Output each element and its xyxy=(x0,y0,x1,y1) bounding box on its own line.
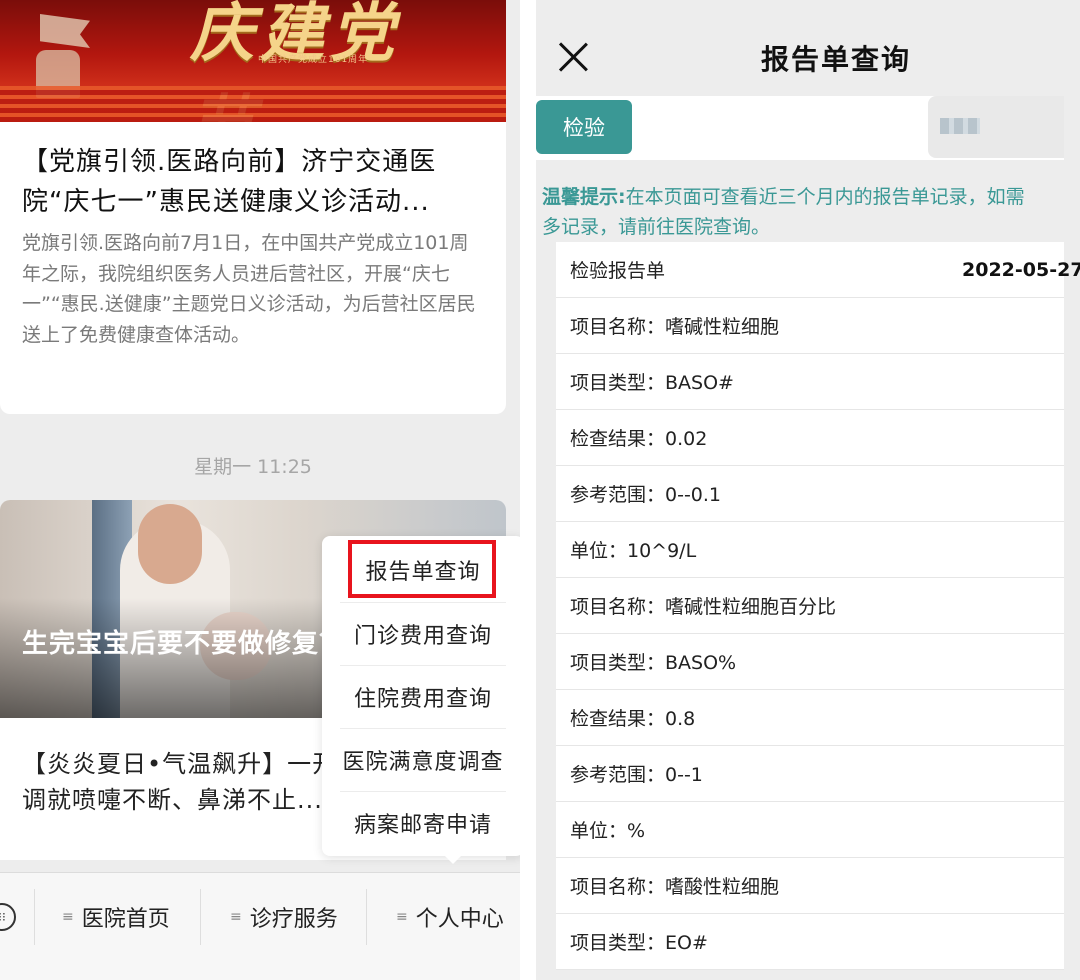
report-item-row: 参考范围：0--1 xyxy=(556,746,1064,802)
personal-center-submenu: 报告单查询 门诊费用查询 住院费用查询 医院满意度调查 病案邮寄申请 xyxy=(322,536,520,864)
report-item-row: 检查结果：0.02 xyxy=(556,410,1064,466)
tip-notice: 温馨提示:在本页面可查看近三个月内的报告单记录，如需 多记录，请前往医院查询。 xyxy=(542,182,1064,242)
nav-divider xyxy=(34,889,35,945)
close-icon[interactable] xyxy=(556,40,590,74)
submenu-label: 医院满意度调查 xyxy=(342,749,504,775)
wechat-article-feed: 庆建党节 中国共产党成立101周年 【党旗引领.医路向前】济宁交通医院“庆七一”… xyxy=(0,0,520,980)
report-item-row: 项目类型：BASO% xyxy=(556,634,1064,690)
article-title[interactable]: 【党旗引领.医路向前】济宁交通医院“庆七一”惠民送健康义诊活动... xyxy=(22,142,484,222)
menu-label: 医院首页 xyxy=(81,907,170,932)
report-item-row: 项目名称：嗜酸性粒细胞 xyxy=(556,858,1064,914)
report-type-label: 检验报告单 xyxy=(570,260,666,282)
report-item-row: 项目类型：EO# xyxy=(556,914,1064,970)
submenu-label: 病案邮寄申请 xyxy=(353,812,492,838)
submenu-record-mailing[interactable]: 病案邮寄申请 xyxy=(330,791,516,854)
submenu-inpatient-fee[interactable]: 住院费用查询 xyxy=(330,665,516,728)
report-detail-list: 检验报告单 2022-05-27 项目名称：嗜碱性粒细胞 项目类型：BASO# … xyxy=(556,242,1080,970)
photo-head xyxy=(138,504,202,584)
submenu-label: 住院费用查询 xyxy=(353,686,492,712)
report-item-row: 项目类型：BASO# xyxy=(556,354,1064,410)
tip-label: 温馨提示: xyxy=(542,186,626,208)
report-item-row: 参考范围：0--0.1 xyxy=(556,466,1064,522)
official-account-menu-bar: ⁝⁝ ≡ 医院首页 ≡ 诊疗服务 ≡ 个人中心 xyxy=(0,872,520,980)
report-date: 2022-05-27 xyxy=(962,258,1080,281)
pixelated-text xyxy=(940,118,980,134)
menu-label: 个人中心 xyxy=(415,907,504,932)
submenu-satisfaction-survey[interactable]: 医院满意度调查 xyxy=(330,728,516,791)
tab-lab-test[interactable]: 检验 xyxy=(536,100,632,154)
nav-divider xyxy=(200,889,201,945)
menu-personal-center[interactable]: ≡ 个人中心 xyxy=(396,901,504,933)
page-title: 报告单查询 xyxy=(760,43,911,76)
article-description: 党旗引领.医路向前7月1日，在中国共产党成立101周年之际，我院组织医务人员进后… xyxy=(22,232,476,346)
report-query-page: 报告单查询 检验 温馨提示:在本页面可查看近三个月内的报告单记录，如需 多记录，… xyxy=(536,0,1080,980)
menu-label: 诊疗服务 xyxy=(249,907,338,932)
submenu-label: 门诊费用查询 xyxy=(353,623,492,649)
report-type-tabs: 检验 xyxy=(536,96,1064,160)
highlight-box xyxy=(348,540,496,598)
article-banner-image[interactable]: 庆建党节 中国共产党成立101周年 xyxy=(0,0,506,122)
tip-text-line1: 在本页面可查看近三个月内的报告单记录，如需 xyxy=(625,186,1025,208)
menu-lines-icon: ≡ xyxy=(230,909,242,925)
keyboard-icon[interactable]: ⁝⁝ xyxy=(0,903,16,931)
menu-lines-icon: ≡ xyxy=(62,909,74,925)
tab-other-blurred[interactable] xyxy=(928,96,1064,158)
banner-stripes xyxy=(0,86,506,122)
report-header-row[interactable]: 检验报告单 2022-05-27 xyxy=(556,242,1080,298)
banner-subtitle: 中国共产党成立101周年 xyxy=(258,55,369,65)
submenu-outpatient-fee[interactable]: 门诊费用查询 xyxy=(330,602,516,665)
tip-text-line2: 多记录，请前往医院查询。 xyxy=(542,216,771,238)
flag-graphic xyxy=(40,14,90,48)
menu-lines-icon: ≡ xyxy=(396,909,408,925)
report-item-row: 单位：10^9/L xyxy=(556,522,1064,578)
menu-medical-services[interactable]: ≡ 诊疗服务 xyxy=(230,901,338,933)
report-item-row: 项目名称：嗜碱性粒细胞 xyxy=(556,298,1064,354)
menu-hospital-home[interactable]: ≡ 医院首页 xyxy=(62,901,170,933)
article-card[interactable]: 【党旗引领.医路向前】济宁交通医院“庆七一”惠民送健康义诊活动... 党旗引领.… xyxy=(0,122,506,414)
report-item-row: 项目名称：嗜碱性粒细胞百分比 xyxy=(556,578,1064,634)
report-item-row: 检查结果：0.8 xyxy=(556,690,1064,746)
report-item-row: 单位：% xyxy=(556,802,1064,858)
message-timestamp: 星期一 11:25 xyxy=(194,456,312,478)
nav-divider xyxy=(366,889,367,945)
page-header: 报告单查询 xyxy=(536,0,1064,96)
